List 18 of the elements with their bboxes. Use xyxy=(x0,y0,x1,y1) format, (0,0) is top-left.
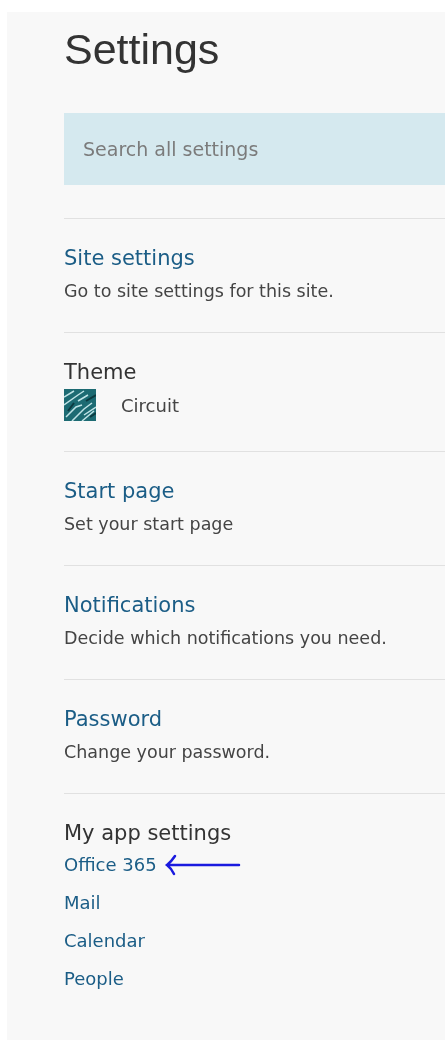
app-settings-link[interactable]: People xyxy=(64,968,124,990)
section-link[interactable]: Site settings xyxy=(64,245,195,271)
app-settings-link[interactable]: Office 365 xyxy=(64,854,157,876)
section-description: Set your start page xyxy=(64,513,234,535)
section-heading: Theme xyxy=(64,359,137,385)
search-field[interactable]: Search all settings xyxy=(64,113,445,185)
app-settings-link[interactable]: Mail xyxy=(64,892,101,914)
app-settings-link[interactable]: Calendar xyxy=(64,930,145,952)
section-link[interactable]: Start page xyxy=(64,478,175,504)
circuit-pattern-icon xyxy=(64,389,96,421)
section-link[interactable]: Password xyxy=(64,706,163,732)
section-description: Change your password. xyxy=(64,741,271,763)
theme-name: Circuit xyxy=(121,394,179,416)
page-title: Settings xyxy=(64,24,221,74)
section-description: Go to site settings for this site. xyxy=(64,280,334,302)
section-description: Decide which notifications you need. xyxy=(64,627,387,649)
section-link[interactable]: Notifications xyxy=(64,592,196,618)
section-heading: My app settings xyxy=(64,820,232,846)
